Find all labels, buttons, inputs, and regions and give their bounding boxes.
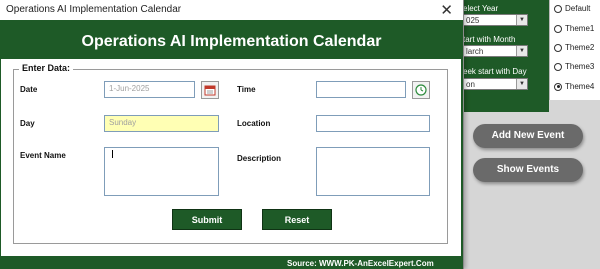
location-label: Location (237, 119, 271, 128)
clock-icon (415, 84, 427, 96)
theme-label: Default (565, 4, 591, 13)
year-select[interactable]: 025 ▼ (463, 14, 528, 26)
month-select-value: larch (466, 47, 484, 56)
reset-button[interactable]: Reset (262, 209, 332, 230)
event-name-label: Event Name (20, 151, 66, 160)
day-field[interactable]: Sunday (104, 115, 219, 132)
date-field[interactable]: 1-Jun-2025 (104, 81, 195, 98)
date-label: Date (20, 85, 38, 94)
theme-option-theme3[interactable]: Theme3 (554, 62, 594, 71)
calendar-icon (204, 85, 216, 96)
event-name-field[interactable] (104, 147, 219, 196)
time-field[interactable] (316, 81, 406, 98)
theme-option-theme4[interactable]: Theme4 (554, 82, 594, 91)
chevron-down-icon[interactable]: ▼ (516, 46, 527, 56)
description-label: Description (237, 154, 282, 163)
week-start-label: eek start with Day (463, 67, 527, 76)
time-picker-button[interactable] (412, 81, 430, 99)
add-new-event-button[interactable]: Add New Event (473, 124, 583, 148)
submit-button[interactable]: Submit (172, 209, 242, 230)
week-start-select-value: on (466, 80, 475, 89)
theme-label: Theme4 (565, 82, 595, 91)
theme-label: Theme3 (565, 62, 595, 71)
dialog-titlebar[interactable]: Operations AI Implementation Calendar ✕ (0, 0, 463, 20)
description-field[interactable] (316, 147, 430, 196)
radio-icon[interactable] (554, 43, 562, 52)
radio-icon[interactable] (554, 4, 562, 13)
event-entry-dialog: Operations AI Implementation Calendar ✕ … (0, 0, 464, 269)
location-field[interactable] (316, 115, 430, 132)
chevron-down-icon[interactable]: ▼ (516, 15, 527, 25)
radio-icon[interactable] (554, 62, 562, 71)
close-icon[interactable]: ✕ (440, 1, 453, 19)
enter-data-caption: Enter Data: (19, 63, 74, 73)
dialog-title: Operations AI Implementation Calendar (6, 4, 182, 15)
banner-title: Operations AI Implementation Calendar (81, 33, 382, 50)
radio-icon[interactable] (554, 24, 562, 33)
theme-option-default[interactable]: Default (554, 4, 590, 13)
radio-checked-icon[interactable] (554, 82, 562, 91)
month-select[interactable]: larch ▼ (463, 45, 528, 57)
theme-label: Theme2 (565, 43, 595, 52)
day-label: Day (20, 119, 35, 128)
theme-option-theme1[interactable]: Theme1 (554, 24, 594, 33)
theme-label: Theme1 (565, 24, 595, 33)
source-credit: Source: WWW.PK-AnExcelExpert.Com (287, 259, 434, 268)
start-month-label: tart with Month (463, 35, 516, 44)
text-cursor (112, 150, 113, 158)
date-picker-button[interactable] (201, 81, 219, 99)
select-year-label: elect Year (463, 4, 499, 13)
week-start-select[interactable]: on ▼ (463, 78, 528, 90)
theme-option-theme2[interactable]: Theme2 (554, 43, 594, 52)
year-select-value: 025 (466, 16, 480, 25)
show-events-button[interactable]: Show Events (473, 158, 583, 182)
chevron-down-icon[interactable]: ▼ (516, 79, 527, 89)
time-label: Time (237, 85, 256, 94)
